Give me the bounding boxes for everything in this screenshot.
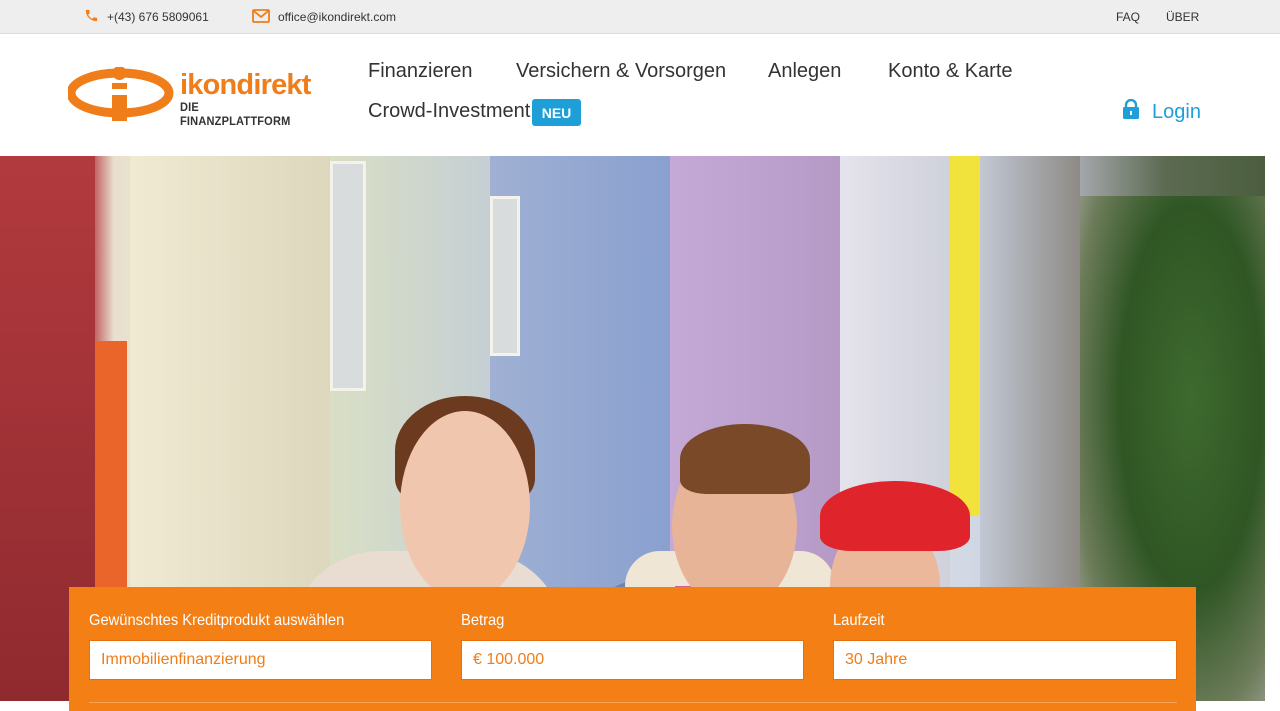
email-contact[interactable]: office@ikondirekt.com <box>252 0 396 34</box>
credit-calculator-panel: Gewünschtes Kreditprodukt auswählen Immo… <box>69 587 1196 711</box>
phone-contact[interactable]: +(43) 676 5809061 <box>84 0 209 34</box>
logo-brand: ikondirekt <box>180 69 311 101</box>
lock-icon <box>1122 98 1152 125</box>
new-badge: NEU <box>532 99 581 126</box>
faq-link[interactable]: FAQ <box>1116 0 1140 34</box>
term-select[interactable]: 30 Jahre <box>833 640 1177 680</box>
nav-finanzieren[interactable]: Finanzieren <box>368 59 473 83</box>
about-link[interactable]: ÜBER <box>1166 0 1199 34</box>
red-cap <box>820 481 970 551</box>
window <box>330 161 366 391</box>
ikondirekt-logo[interactable]: ikondirekt DIE FINANZPLATTFORM <box>66 66 318 128</box>
phone-icon <box>84 8 107 26</box>
product-label: Gewünschtes Kreditprodukt auswählen <box>89 612 345 629</box>
main-header: ikondirekt DIE FINANZPLATTFORM Finanzier… <box>0 35 1280 156</box>
email-address: office@ikondirekt.com <box>278 10 397 24</box>
nav-versichern-vorsorgen[interactable]: Versichern & Vorsorgen <box>516 59 726 83</box>
logo-tagline: DIE FINANZPLATTFORM <box>180 100 291 128</box>
nav-konto-karte[interactable]: Konto & Karte <box>888 59 1013 83</box>
mail-icon <box>252 8 278 26</box>
woman-face <box>400 411 530 601</box>
login-link[interactable]: Login <box>1122 98 1201 125</box>
window <box>490 196 520 356</box>
phone-number: +(43) 676 5809061 <box>107 10 209 24</box>
panel-divider <box>89 702 1177 703</box>
nav-crowd-investment[interactable]: Crowd-Investment <box>368 99 530 123</box>
term-label: Laufzeit <box>833 612 885 629</box>
nav-anlegen[interactable]: Anlegen <box>768 59 841 83</box>
amount-label: Betrag <box>461 612 505 629</box>
product-select[interactable]: Immobilienfinanzierung <box>89 640 432 680</box>
facade-yellow <box>950 156 980 516</box>
amount-input[interactable]: € 100.000 <box>461 640 804 680</box>
logo-mark-icon <box>66 66 174 121</box>
login-label: Login <box>1152 100 1201 123</box>
top-bar: +(43) 676 5809061 office@ikondirekt.com … <box>0 0 1280 34</box>
man-hair <box>680 424 810 494</box>
